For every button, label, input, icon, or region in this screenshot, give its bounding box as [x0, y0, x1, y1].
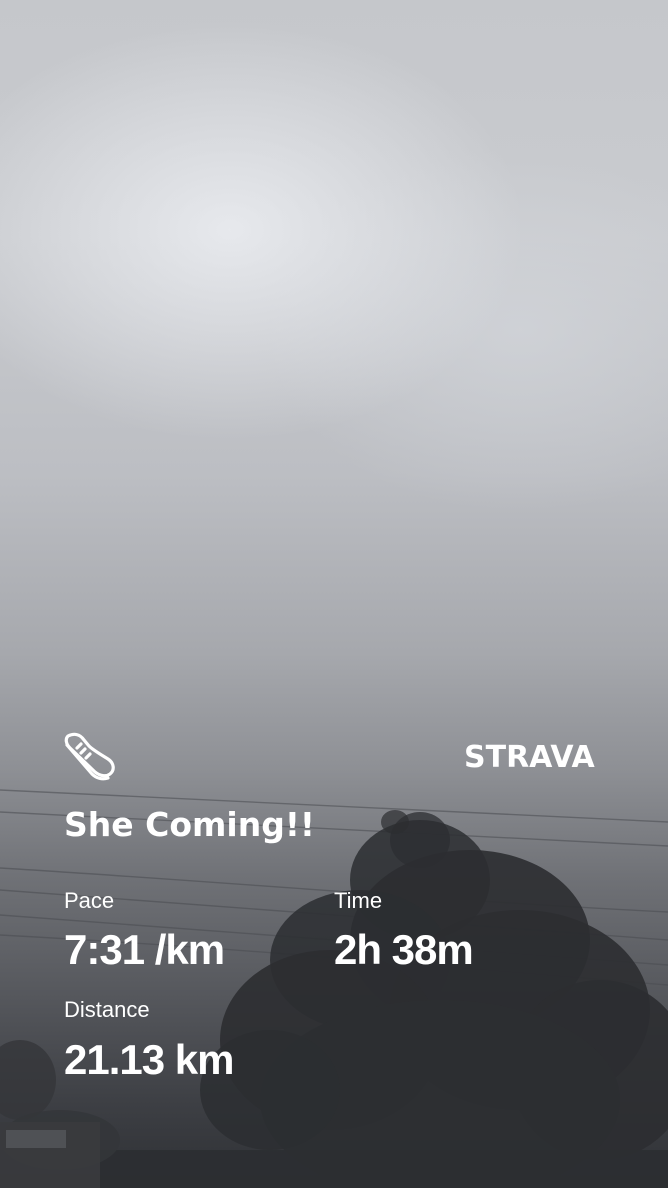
stats-overlay: STRAVA She Coming!! Pace 7:31 /km Time 2… [0, 0, 668, 1188]
pace-value: 7:31 /km [64, 926, 225, 973]
activity-title: She Coming!! [64, 805, 315, 844]
strava-logo: STRAVA [464, 740, 595, 775]
time-label: Time [334, 888, 383, 913]
pace-label: Pace [64, 888, 115, 913]
distance-value: 21.13 km [64, 1036, 234, 1083]
time-value: 2h 38m [334, 926, 474, 973]
distance-label: Distance [64, 997, 150, 1022]
running-shoe-icon [64, 732, 115, 781]
activity-share-card: STRAVA She Coming!! Pace 7:31 /km Time 2… [0, 0, 668, 1188]
